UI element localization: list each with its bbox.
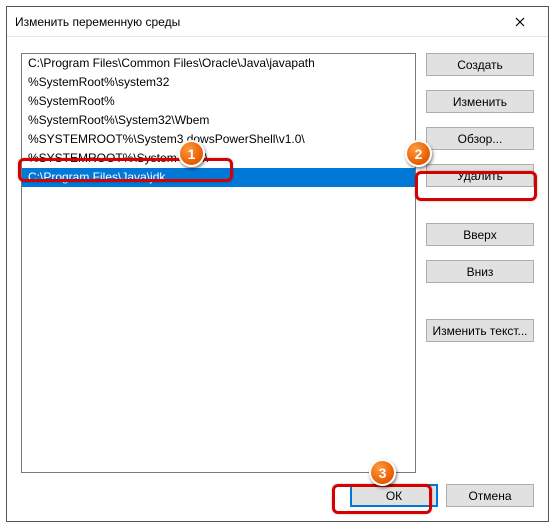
list-item[interactable]: C:\Program Files\Common Files\Oracle\Jav… (22, 54, 415, 73)
change-button[interactable]: Изменить (426, 90, 534, 113)
path-listbox[interactable]: C:\Program Files\Common Files\Oracle\Jav… (21, 53, 416, 473)
delete-button[interactable]: Удалить (426, 164, 534, 187)
list-item[interactable]: %SystemRoot%\System32\Wbem (22, 111, 415, 130)
dialog-body: C:\Program Files\Common Files\Oracle\Jav… (7, 37, 548, 521)
titlebar: Изменить переменную среды (7, 7, 548, 37)
down-button[interactable]: Вниз (426, 260, 534, 283)
list-item[interactable]: %SystemRoot% (22, 92, 415, 111)
side-buttons: Создать Изменить Обзор... Удалить Вверх … (426, 53, 534, 473)
up-button[interactable]: Вверх (426, 223, 534, 246)
close-button[interactable] (500, 9, 540, 35)
close-icon (515, 17, 525, 27)
dialog-window: Изменить переменную среды C:\Program Fil… (6, 6, 549, 522)
ok-button[interactable]: ОК (350, 484, 438, 507)
browse-button[interactable]: Обзор... (426, 127, 534, 150)
list-item[interactable]: %SystemRoot%\system32 (22, 73, 415, 92)
list-item-selected[interactable]: C:\Program Files\Java\jdk (22, 168, 415, 187)
list-item[interactable]: %SYSTEMROOT%\System SSH\ (22, 149, 415, 168)
create-button[interactable]: Создать (426, 53, 534, 76)
dialog-footer-buttons: ОК Отмена (350, 484, 534, 507)
cancel-button[interactable]: Отмена (446, 484, 534, 507)
window-title: Изменить переменную среды (15, 15, 500, 29)
list-item[interactable]: %SYSTEMROOT%\System3 dowsPowerShell\v1.0… (22, 130, 415, 149)
edit-text-button[interactable]: Изменить текст... (426, 319, 534, 342)
content-area: C:\Program Files\Common Files\Oracle\Jav… (21, 53, 534, 473)
